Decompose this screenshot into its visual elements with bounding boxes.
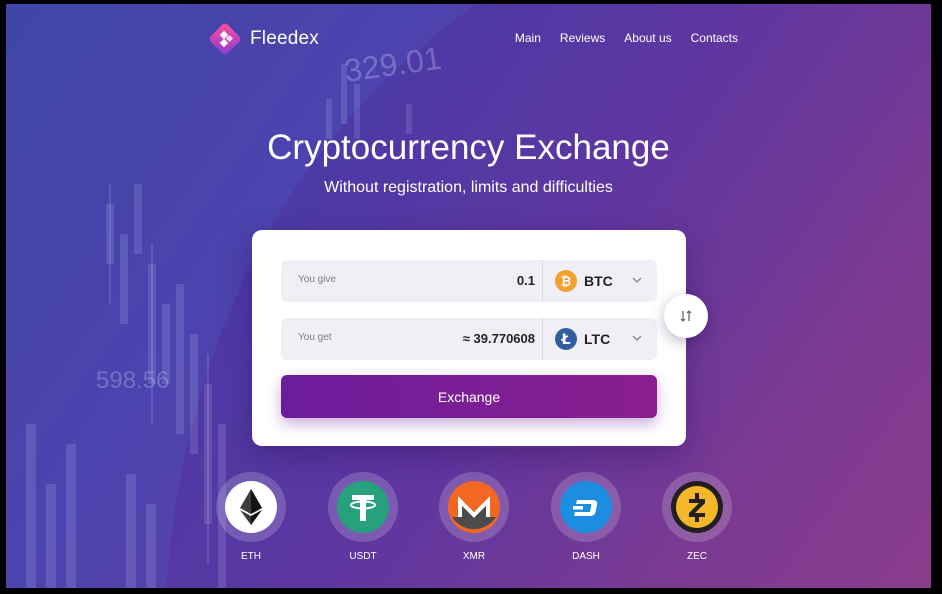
coin-ring (551, 472, 621, 542)
exchange-card: You give ₿ BTC You get Ł (252, 230, 686, 446)
coin-label: ETH (241, 551, 261, 562)
coin-usdt[interactable]: USDT (328, 472, 398, 562)
chevron-down-icon (632, 335, 642, 341)
coin-xmr[interactable]: XMR (439, 472, 509, 562)
coin-label: DASH (572, 551, 600, 562)
nav-menu: Main Reviews About us Contacts (515, 31, 738, 45)
page: 329.01 598.56 Fleedex Main Reviews About… (6, 4, 931, 588)
swap-button[interactable] (664, 294, 708, 338)
get-row: You get Ł LTC (281, 318, 657, 360)
get-label: You get (298, 332, 332, 343)
bitcoin-icon: ₿ (555, 270, 577, 292)
give-row: You give ₿ BTC (281, 260, 657, 302)
give-currency-label: BTC (584, 273, 613, 289)
chevron-down-icon (632, 277, 642, 283)
ethereum-icon (225, 481, 277, 533)
brand-logo[interactable]: Fleedex (208, 22, 319, 56)
bg-number-left: 598.56 (96, 367, 169, 394)
get-amount-field[interactable] (385, 331, 535, 346)
give-label: You give (298, 274, 336, 285)
exchange-button[interactable]: Exchange (281, 375, 657, 418)
coin-ring (662, 472, 732, 542)
nav-item-contacts[interactable]: Contacts (691, 31, 738, 45)
coin-dash[interactable]: DASH (551, 472, 621, 562)
svg-text:Ł: Ł (561, 332, 571, 348)
coin-label: XMR (462, 551, 486, 562)
get-currency-label: LTC (584, 331, 611, 347)
coin-label: USDT (349, 551, 377, 562)
dash-icon (560, 481, 612, 533)
coin-label: ZEC (687, 551, 707, 562)
nav-item-about-us[interactable]: About us (624, 31, 671, 45)
coin-eth[interactable]: ETH (216, 472, 286, 562)
tether-icon (337, 481, 389, 533)
zcash-icon (671, 481, 723, 533)
diamond-logo-icon (209, 23, 241, 55)
coin-ring (328, 472, 398, 542)
coin-zec[interactable]: ZEC (662, 472, 732, 562)
top-nav: Fleedex Main Reviews About us Contacts (208, 22, 738, 58)
hero-subtitle: Without registration, limits and difficu… (324, 179, 613, 196)
coin-list: ETH USDT XMR DASH ZEC (211, 472, 732, 572)
monero-icon (448, 481, 500, 533)
give-currency-select[interactable]: ₿ BTC (543, 260, 657, 302)
nav-item-reviews[interactable]: Reviews (560, 31, 605, 45)
get-currency-select[interactable]: Ł LTC (543, 318, 657, 360)
litecoin-icon: Ł (555, 328, 577, 350)
hero-title: Cryptocurrency Exchange (267, 128, 670, 167)
brand-name: Fleedex (250, 28, 319, 49)
svg-text:₿: ₿ (561, 275, 572, 290)
give-amount-input[interactable] (385, 273, 535, 288)
coin-ring (439, 472, 509, 542)
nav-item-main[interactable]: Main (515, 31, 541, 45)
swap-arrows-icon (680, 310, 692, 322)
coin-ring (216, 472, 286, 542)
